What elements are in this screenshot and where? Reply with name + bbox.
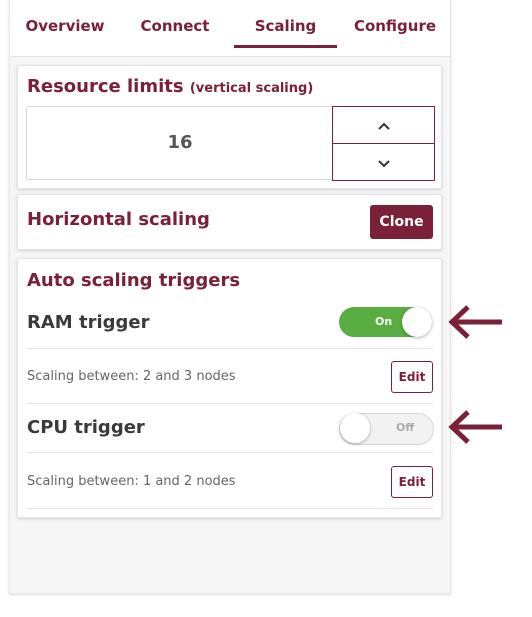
resource-limits-subtitle: (vertical scaling) <box>189 81 314 96</box>
ram-toggle-text: On <box>375 315 393 328</box>
ram-trigger-label: RAM trigger <box>27 312 150 333</box>
auto-scaling-title: Auto scaling triggers <box>27 270 241 291</box>
arrow-left-icon <box>446 302 504 342</box>
resource-limits-title-text: Resource limits <box>27 76 184 97</box>
chevron-down-icon <box>377 153 391 172</box>
cpu-trigger-label: CPU trigger <box>27 417 145 438</box>
chevron-up-icon <box>377 116 391 135</box>
cpu-trigger-toggle[interactable]: Off <box>339 413 434 445</box>
decrement-button[interactable] <box>332 143 435 181</box>
ram-trigger-toggle[interactable]: On <box>339 307 432 337</box>
resource-limits-card: Resource limits (vertical scaling) 16 <box>17 65 442 189</box>
tab-configure[interactable]: Configure <box>340 0 450 52</box>
ram-scaling-range: Scaling between: 2 and 3 nodes <box>27 369 236 384</box>
divider <box>26 452 433 453</box>
scaling-panel: Overview Connect Scaling Configure Resou… <box>9 0 451 594</box>
cpu-scaling-range: Scaling between: 1 and 2 nodes <box>27 474 236 489</box>
tab-connect[interactable]: Connect <box>120 0 230 52</box>
horizontal-scaling-card: Horizontal scaling Clone <box>17 194 442 250</box>
divider <box>26 508 433 509</box>
divider <box>26 348 433 349</box>
toggle-knob <box>340 413 370 443</box>
resource-limit-value[interactable]: 16 <box>26 106 334 180</box>
auto-scaling-card: Auto scaling triggers RAM trigger On Sca… <box>17 258 442 518</box>
tab-scaling[interactable]: Scaling <box>234 0 337 48</box>
resource-limits-title: Resource limits (vertical scaling) <box>27 76 313 97</box>
clone-button[interactable]: Clone <box>370 205 433 239</box>
toggle-knob <box>402 307 432 337</box>
tab-overview[interactable]: Overview <box>10 0 120 52</box>
cpu-edit-button[interactable]: Edit <box>391 466 433 498</box>
cpu-toggle-text: Off <box>396 421 415 434</box>
divider <box>26 403 433 404</box>
ram-edit-button[interactable]: Edit <box>391 361 433 393</box>
tab-bar: Overview Connect Scaling Configure <box>10 0 450 57</box>
horizontal-scaling-title: Horizontal scaling <box>27 209 210 230</box>
arrow-left-icon <box>446 407 504 447</box>
increment-button[interactable] <box>332 106 435 144</box>
